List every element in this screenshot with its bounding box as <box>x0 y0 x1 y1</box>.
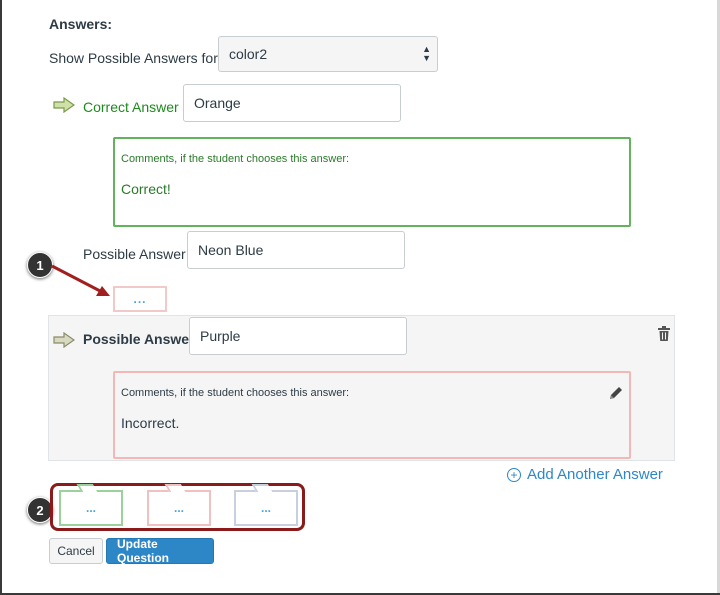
correct-answer-label: Correct Answer <box>83 99 179 115</box>
answers-header: Answers: <box>49 16 113 32</box>
comment-text: Incorrect. <box>121 415 180 431</box>
add-comment-button[interactable]: ... <box>113 286 167 312</box>
possible-answer-value: Neon Blue <box>198 242 264 258</box>
comment-text: Correct! <box>121 181 171 197</box>
correct-answer-value: Orange <box>194 95 241 111</box>
possible-answer-label-active: Possible Answer <box>83 331 195 347</box>
update-question-button[interactable]: Update Question <box>106 537 214 565</box>
add-another-answer-label: Add Another Answer <box>527 466 663 483</box>
incorrect-answer-comment-box[interactable]: Comments, if the student chooses this an… <box>113 371 631 459</box>
add-another-answer-link[interactable]: + Add Another Answer <box>507 466 663 483</box>
possible-answer-value: Purple <box>200 328 241 344</box>
possible-answer-label: Possible Answer <box>83 246 186 262</box>
trash-icon[interactable] <box>657 326 671 342</box>
arrow-right-icon <box>53 97 75 113</box>
correct-answer-input[interactable]: Orange <box>183 84 401 122</box>
cancel-button[interactable]: Cancel <box>49 538 103 564</box>
correct-comment-button[interactable]: ... <box>59 484 123 526</box>
show-possible-answers-label: Show Possible Answers for <box>49 50 218 66</box>
pencil-icon[interactable] <box>608 385 624 401</box>
comment-title: Comments, if the student chooses this an… <box>121 153 350 165</box>
plus-circle-icon: + <box>507 467 521 482</box>
select-arrows-icon: ▲ ▼ <box>422 44 431 63</box>
show-possible-answers-select[interactable]: color2 ▲ ▼ <box>218 36 438 72</box>
callout-arrow-icon <box>51 264 110 296</box>
neutral-comment-button[interactable]: ... <box>234 484 298 526</box>
correct-answer-comment-box[interactable]: Comments, if the student chooses this an… <box>113 137 631 227</box>
arrow-right-icon <box>53 332 75 348</box>
incorrect-comment-button[interactable]: ... <box>147 484 211 526</box>
possible-answer-input-active[interactable]: Purple <box>189 317 407 355</box>
comment-title: Comments, if the student chooses this an… <box>121 387 350 399</box>
possible-answer-input[interactable]: Neon Blue <box>187 231 405 269</box>
select-value: color2 <box>229 46 268 62</box>
